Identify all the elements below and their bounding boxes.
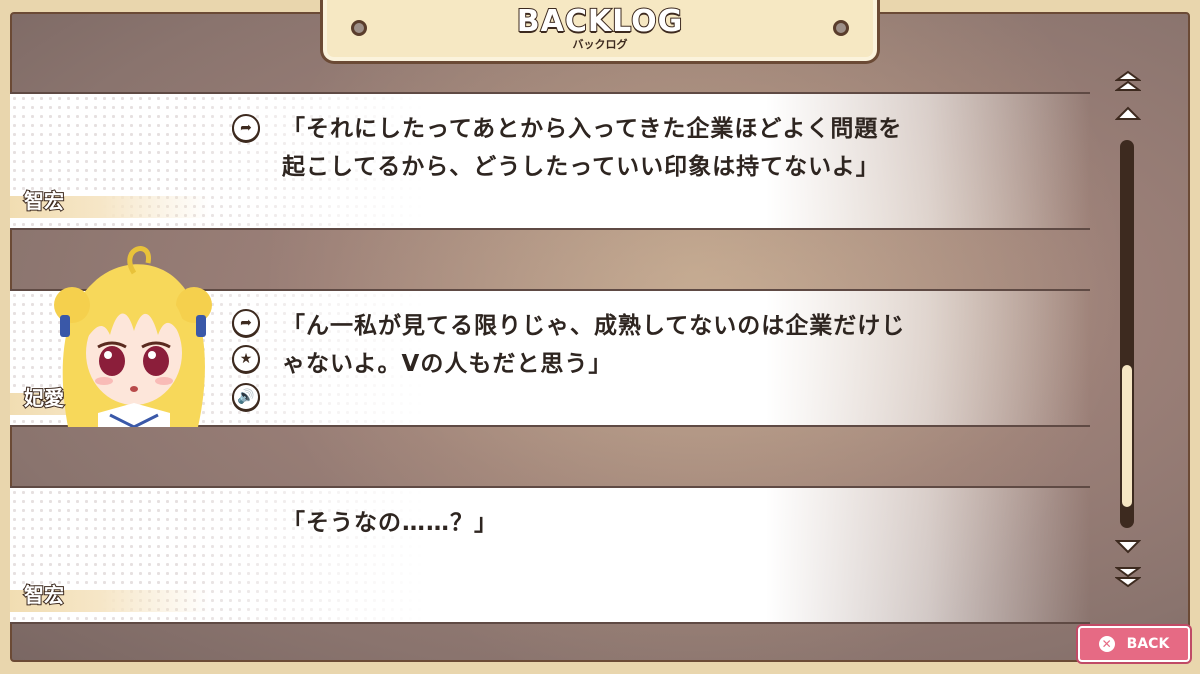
scrollbar-track[interactable] — [1120, 140, 1134, 528]
backlog-entry: 妃愛 ➦ ★ 🔊 「ん一私が見てる限りじゃ、成熟してないのは企業だけじ ゃないよ… — [10, 246, 1090, 427]
backlog-entry: 智宏 「そうなの……？」 — [10, 486, 1090, 624]
speaker-name: 妃愛 — [23, 385, 65, 411]
star-icon[interactable]: ★ — [232, 345, 260, 373]
back-button-label: BACK — [1126, 636, 1170, 652]
scrollbar-thumb[interactable] — [1122, 365, 1132, 507]
page-title: BACKLOG — [516, 3, 684, 40]
dialogue-text: 「そうなの……？」 — [282, 510, 498, 536]
dialogue-text: 「ん一私が見てる限りじゃ、成熟してないのは企業だけじ ゃないよ。Vの人もだと思う… — [282, 313, 906, 377]
voice-icon[interactable]: 🔊 — [232, 383, 260, 411]
dialogue-text: 「それにしたってあとから入ってきた企業ほどよく問題を 起こしてるから、どうしたっ… — [282, 116, 903, 180]
speaker-name: 智宏 — [23, 188, 65, 214]
back-button[interactable]: ✕ BACK — [1078, 626, 1190, 662]
scroll-up-icon[interactable] — [1114, 102, 1142, 124]
close-icon: ✕ — [1098, 636, 1115, 652]
scroll-to-top-icon[interactable] — [1114, 70, 1142, 92]
speaker-name: 智宏 — [23, 582, 65, 608]
scroll-to-bottom-icon[interactable] — [1114, 566, 1142, 588]
scroll-down-icon[interactable] — [1114, 536, 1142, 558]
jump-icon[interactable]: ➦ — [232, 114, 260, 142]
backlog-entry: 智宏 ➦ 「それにしたってあとから入ってきた企業ほどよく問題を 起こしてるから、… — [10, 92, 1090, 230]
page-subtitle: バックログ — [572, 38, 628, 51]
character-portrait — [48, 243, 218, 427]
jump-icon[interactable]: ➦ — [232, 309, 260, 337]
backlog-header: BACKLOG バックログ — [320, 0, 880, 64]
